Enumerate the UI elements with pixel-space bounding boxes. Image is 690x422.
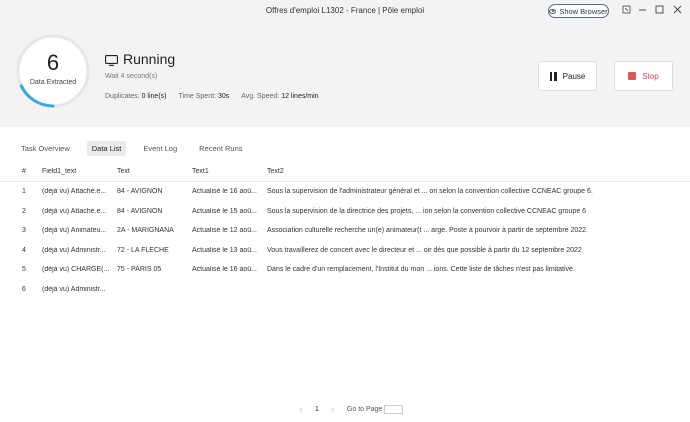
- cell-field1-text: (déjà vu) Attaché.e...: [42, 188, 107, 195]
- task-status-panel: 6 Data Extracted Running Wait 4 second(s…: [0, 22, 690, 127]
- row-index: 1: [22, 188, 26, 195]
- tab-recent-runs[interactable]: Recent Runs: [194, 141, 247, 156]
- avg-speed-stat: Avg. Speed: 12 lines/min: [241, 93, 319, 100]
- column-header-text: Text: [117, 168, 130, 175]
- go-to-page-input[interactable]: [384, 404, 404, 414]
- table-row[interactable]: 2 (déjà vu) Attaché.e... 84 - AVIGNON Ac…: [0, 202, 690, 222]
- stop-button[interactable]: Stop: [614, 61, 673, 91]
- tab-data-list[interactable]: Data List: [86, 141, 127, 156]
- duplicates-stat: Duplicates: 0 line(s): [105, 93, 167, 100]
- cell-text: 84 - AVIGNON: [117, 188, 163, 195]
- close-icon[interactable]: [671, 5, 683, 17]
- run-stats: Duplicates: 0 line(s) Time Spent: 30s Av…: [105, 93, 319, 100]
- table-row[interactable]: 6 (déjà vu) Administr...: [0, 280, 690, 300]
- cell-text1: Actualisé le 13 aoû...: [192, 246, 257, 254]
- cell-field1-text: (déjà vu) Administr...: [42, 285, 106, 293]
- go-to-page-label: Go to Page: [346, 405, 383, 413]
- wait-status: Wait 4 second(s): [105, 73, 158, 80]
- cell-text2: Dans le cadre d'un remplacement, l'Insti…: [267, 266, 575, 273]
- table-row[interactable]: 4 (déjà vu) Administr... 72 - LA FLECHE …: [0, 241, 690, 261]
- restore-small-icon[interactable]: [620, 5, 632, 17]
- row-index: 3: [22, 227, 26, 234]
- pause-icon: [549, 71, 557, 81]
- extracted-count: 6: [46, 50, 60, 75]
- current-page[interactable]: 1: [315, 406, 319, 413]
- cell-text: 2A - MARIGNANA: [117, 227, 174, 234]
- next-page-button[interactable]: ›: [327, 404, 339, 414]
- minimize-icon[interactable]: [636, 5, 648, 17]
- column-header-text2: Text2: [267, 168, 284, 175]
- stop-label: Stop: [642, 71, 659, 81]
- run-status: Running: [123, 51, 176, 67]
- pause-label: Pause: [562, 71, 586, 81]
- view-tabs: Task Overview Data List Event Log Recent…: [16, 141, 260, 156]
- row-index: 2: [22, 207, 26, 215]
- table-row[interactable]: 3 (déjà vu) Animateu... 2A - MARIGNANA A…: [0, 221, 690, 241]
- prev-page-button[interactable]: ‹: [295, 404, 307, 414]
- extracted-caption: Data Extracted: [29, 79, 77, 86]
- column-header-field1-text: Field1_text: [42, 168, 77, 175]
- tab-task-overview[interactable]: Task Overview: [16, 141, 75, 156]
- cell-text2: Sous la supervision de la directrice des…: [267, 207, 587, 215]
- progress-ring: 6 Data Extracted: [14, 32, 92, 110]
- cell-field1-text: (déjà vu) Administr...: [42, 246, 106, 254]
- time-spent-stat: Time Spent: 30s: [178, 93, 230, 100]
- cell-text2: Vous travaillerez de concert avec le dir…: [267, 246, 582, 254]
- cell-text: 72 - LA FLECHE: [117, 246, 169, 254]
- column-header-index: #: [22, 168, 26, 175]
- cell-text: 75 - PARIS 05: [117, 266, 162, 273]
- cell-text1: Actualisé le 12 aoû...: [192, 227, 257, 234]
- cell-field1-text: (déjà vu) Animateu...: [42, 227, 107, 234]
- pagination: ‹ 1 › Go to Page: [295, 404, 404, 414]
- tab-event-log[interactable]: Event Log: [138, 141, 182, 156]
- pause-button[interactable]: Pause: [538, 61, 597, 91]
- column-header-text1: Text1: [192, 168, 209, 175]
- table-row[interactable]: 5 (déjà vu) CHARGÉ(... 75 - PARIS 05 Act…: [0, 260, 690, 280]
- table-row[interactable]: 1 (déjà vu) Attaché.e... 84 - AVIGNON Ac…: [0, 182, 690, 202]
- row-index: 6: [22, 285, 26, 293]
- cell-field1-text: (déjà vu) Attaché.e...: [42, 207, 107, 215]
- stop-icon: [628, 72, 637, 80]
- row-index: 4: [22, 246, 26, 254]
- row-index: 5: [22, 266, 26, 273]
- cell-field1-text: (déjà vu) CHARGÉ(...: [42, 266, 110, 273]
- show-browser-label: Show Browser: [559, 6, 608, 16]
- cell-text1: Actualisé le 15 aoû...: [192, 207, 257, 215]
- cell-text1: Actualisé le 16 aoû...: [192, 188, 257, 195]
- cell-text: 84 - AVIGNON: [117, 207, 163, 215]
- monitor-icon: [105, 53, 118, 71]
- cell-text1: Actualisé le 16 aoû...: [192, 266, 257, 273]
- eye-icon: [549, 8, 557, 14]
- data-table: # Field1_text Text Text1 Text2 1 (déjà v…: [0, 162, 690, 299]
- table-header: # Field1_text Text Text1 Text2: [0, 162, 690, 182]
- cell-text2: Association culturelle recherche un(e) a…: [267, 227, 588, 234]
- cell-text2: Sous la supervision de l'administrateur …: [267, 188, 593, 195]
- show-browser-button[interactable]: Show Browser: [548, 4, 609, 18]
- title-bar: Offres d'emploi L1302 - France | Pôle em…: [0, 0, 690, 22]
- maximize-icon[interactable]: [653, 5, 665, 17]
